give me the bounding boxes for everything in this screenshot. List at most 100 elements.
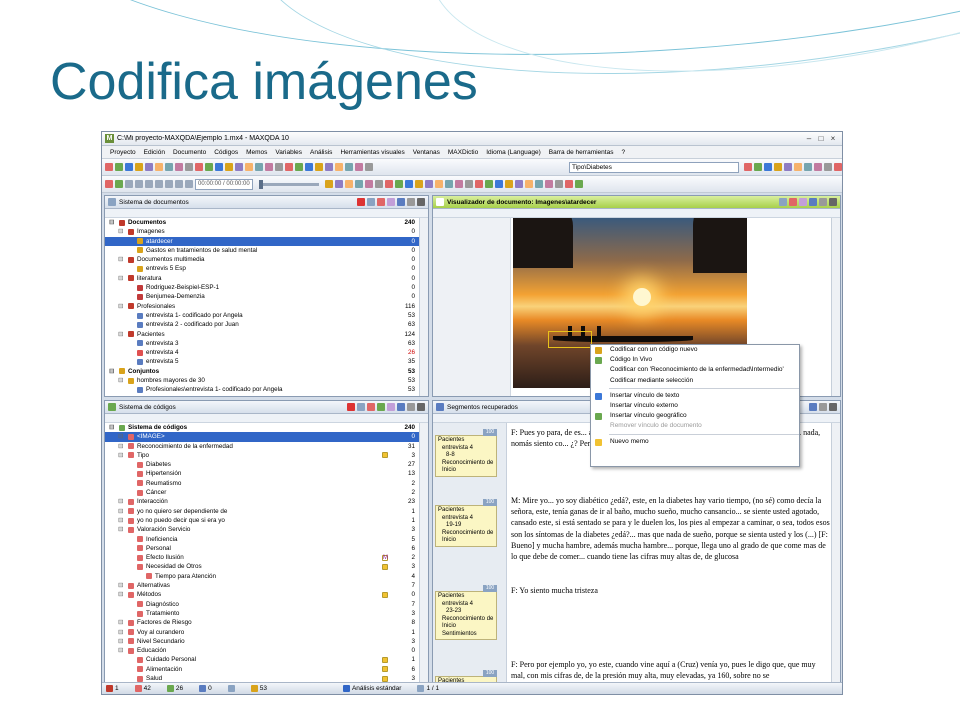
context-menu-item[interactable]: Insertar vínculo geográfico bbox=[591, 411, 799, 421]
expand-toggle-icon[interactable]: ⊟ bbox=[118, 618, 123, 627]
toolbar-button-icon[interactable] bbox=[364, 180, 373, 188]
toolbar-button-icon[interactable] bbox=[355, 163, 363, 171]
toolbar-button-icon[interactable] bbox=[744, 163, 752, 171]
tree-row[interactable]: Cáncer 2 bbox=[105, 488, 428, 497]
save-icon[interactable] bbox=[789, 198, 797, 206]
toolbar-button-icon[interactable] bbox=[754, 163, 762, 171]
tree-row[interactable]: Reumatismo 2 bbox=[105, 479, 428, 488]
toolbar-button-icon[interactable] bbox=[834, 163, 842, 171]
copy-icon[interactable] bbox=[387, 198, 395, 206]
media-control-icon[interactable] bbox=[165, 180, 173, 188]
context-menu-item[interactable]: Insertar vínculo externo bbox=[591, 401, 799, 411]
toolbar-button-icon[interactable] bbox=[774, 163, 782, 171]
tree-row[interactable]: Diabetes 27 bbox=[105, 460, 428, 469]
image-selection-rectangle[interactable] bbox=[548, 331, 592, 348]
close-pane-icon[interactable] bbox=[417, 198, 425, 206]
toolbar-button-icon[interactable] bbox=[165, 163, 173, 171]
tree-row[interactable]: ⊟ Conjuntos 53 bbox=[105, 367, 428, 376]
media-position-slider[interactable] bbox=[258, 179, 319, 189]
menu-item[interactable]: Edición bbox=[140, 149, 169, 156]
toolbar-button-icon[interactable] bbox=[544, 180, 553, 188]
tree-row[interactable]: ⊟ yo no puedo decir que si era yo 1 bbox=[105, 516, 428, 525]
delete-icon[interactable] bbox=[347, 403, 355, 411]
expand-toggle-icon[interactable]: ⊟ bbox=[118, 432, 123, 441]
toolbar-button-icon[interactable] bbox=[205, 163, 213, 171]
expand-toggle-icon[interactable]: ⊟ bbox=[118, 376, 123, 385]
tree-row[interactable]: ⊟ Educación 0 bbox=[105, 646, 428, 655]
minimize-button[interactable]: – bbox=[803, 134, 815, 144]
toolbar-button-icon[interactable] bbox=[464, 180, 473, 188]
expand-toggle-icon[interactable]: ⊟ bbox=[109, 423, 114, 432]
toolbar-button-icon[interactable] bbox=[335, 163, 343, 171]
toolbar-button-icon[interactable] bbox=[155, 163, 163, 171]
maximize-button[interactable]: □ bbox=[815, 134, 827, 144]
print-icon[interactable] bbox=[779, 198, 787, 206]
pin-icon[interactable] bbox=[407, 198, 415, 206]
toolbar-button-icon[interactable] bbox=[434, 180, 443, 188]
tree-row[interactable]: ⊟ Tipo 3 bbox=[105, 451, 428, 460]
context-menu-item[interactable]: Codificar con un código nuevo bbox=[591, 345, 799, 355]
expand-toggle-icon[interactable]: ⊟ bbox=[118, 442, 123, 451]
toolbar-button-icon[interactable] bbox=[285, 163, 293, 171]
menu-item[interactable]: Variables bbox=[271, 149, 306, 156]
toolbar-button-icon[interactable] bbox=[514, 180, 523, 188]
search-icon[interactable] bbox=[397, 403, 405, 411]
toolbar-button-icon[interactable] bbox=[454, 180, 463, 188]
toolbar-button-icon[interactable] bbox=[255, 163, 263, 171]
tree-row[interactable]: ⊟ Imagenes 0 bbox=[105, 227, 428, 236]
expand-toggle-icon[interactable]: ⊟ bbox=[118, 646, 123, 655]
toolbar-button-icon[interactable] bbox=[504, 180, 513, 188]
media-control-icon[interactable] bbox=[115, 180, 123, 188]
save-icon[interactable] bbox=[367, 198, 375, 206]
toolbar-button-icon[interactable] bbox=[235, 163, 243, 171]
vertical-scrollbar[interactable] bbox=[831, 218, 840, 396]
context-menu-item[interactable]: Insertar vínculo de texto bbox=[591, 391, 799, 401]
tree-row[interactable]: Gastos en tratamientos de salud mental 0 bbox=[105, 246, 428, 255]
context-menu-item[interactable]: Remover vínculo de documento bbox=[591, 421, 799, 431]
tree-row[interactable]: Alimentación 6 bbox=[105, 665, 428, 674]
expand-toggle-icon[interactable]: ⊟ bbox=[109, 218, 114, 227]
tree-row[interactable]: entrevista 1- codificado por Angela 53 bbox=[105, 311, 428, 320]
tree-row[interactable]: ⊟ Alternativas 7 bbox=[105, 581, 428, 590]
expand-toggle-icon[interactable]: ⊟ bbox=[118, 525, 123, 534]
copy-icon[interactable] bbox=[799, 198, 807, 206]
toolbar-button-icon[interactable] bbox=[824, 163, 832, 171]
tree-row[interactable]: ⊟ Documentos 240 bbox=[105, 218, 428, 227]
vertical-scrollbar[interactable] bbox=[419, 423, 428, 682]
tree-row[interactable]: Efecto Ilusión M 2 bbox=[105, 553, 428, 562]
expand-toggle-icon[interactable]: ⊟ bbox=[118, 255, 123, 264]
toolbar-button-icon[interactable] bbox=[105, 163, 113, 171]
tree-row[interactable]: ⊟ Nivel Secundario 3 bbox=[105, 637, 428, 646]
tree-row[interactable]: entrevista 2 - codificado por Juan 63 bbox=[105, 320, 428, 329]
context-menu-item[interactable]: Codificar con 'Reconocimiento de la enfe… bbox=[591, 365, 799, 375]
tree-row[interactable]: entrevista 3 63 bbox=[105, 339, 428, 348]
expand-toggle-icon[interactable]: ⊟ bbox=[118, 302, 123, 311]
menu-item[interactable]: ? bbox=[617, 149, 629, 156]
tree-row[interactable]: ⊟ Factores de Riesgo 8 bbox=[105, 618, 428, 627]
toolbar-button-icon[interactable] bbox=[764, 163, 772, 171]
expand-toggle-icon[interactable]: ⊟ bbox=[109, 367, 114, 376]
context-menu-item[interactable]: Nuevo memo bbox=[591, 437, 799, 447]
toolbar-button-icon[interactable] bbox=[804, 163, 812, 171]
toolbar-button-icon[interactable] bbox=[275, 163, 283, 171]
expand-toggle-icon[interactable]: ⊟ bbox=[118, 227, 123, 236]
toolbar-button-icon[interactable] bbox=[195, 163, 203, 171]
tree-row[interactable]: atardecer 0 bbox=[105, 236, 428, 246]
tree-row[interactable]: Personal 6 bbox=[105, 544, 428, 553]
menu-item[interactable]: Proyecto bbox=[106, 149, 140, 156]
menu-item[interactable]: Memos bbox=[242, 149, 271, 156]
memo-icon[interactable]: M bbox=[382, 554, 388, 561]
media-control-icon[interactable] bbox=[125, 180, 133, 188]
toolbar-button-icon[interactable] bbox=[524, 180, 533, 188]
vertical-scrollbar[interactable] bbox=[419, 218, 428, 396]
tree-row[interactable]: ⊟ <IMAGE> 0 bbox=[105, 432, 428, 442]
tree-row[interactable]: Rodriguez-Beispiel-ESP-1 0 bbox=[105, 283, 428, 292]
toolbar-button-icon[interactable] bbox=[245, 163, 253, 171]
toolbar-button-icon[interactable] bbox=[354, 180, 363, 188]
tree-row[interactable]: Necesidad de Otros 3 bbox=[105, 562, 428, 571]
menu-item[interactable]: Barra de herramientas bbox=[545, 149, 618, 156]
activate-icon[interactable] bbox=[367, 403, 375, 411]
menu-item[interactable]: Códigos bbox=[210, 149, 242, 156]
media-control-icon[interactable] bbox=[175, 180, 183, 188]
tree-row[interactable]: entrevista 4 26 bbox=[105, 348, 428, 357]
